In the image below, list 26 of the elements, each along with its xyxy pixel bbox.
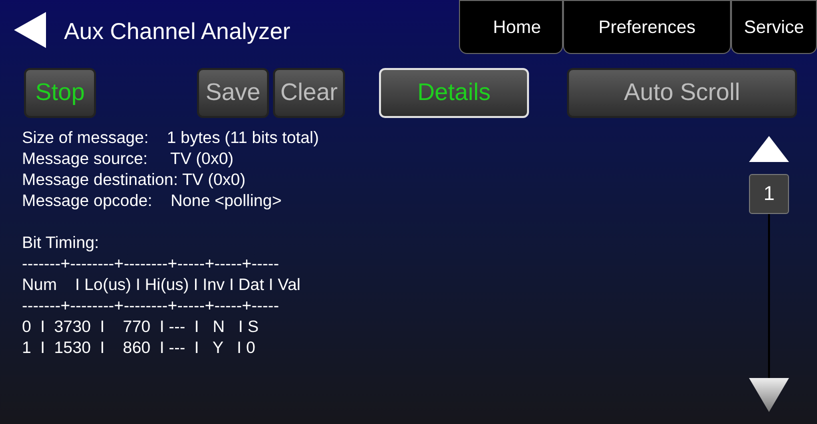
timing-line: -------+--------+--------+-----+-----+----- [22,254,280,275]
detail-line: Size of message: 1 bytes (11 bits total) [22,128,320,149]
toolbar-button[interactable]: Clear [273,68,345,118]
timing-line: 1 I 1530 I 860 I --- I Y I 0 [22,338,256,359]
timing-line: Num I Lo(us) I Hi(us) I Inv I Dat I Val [22,275,302,296]
nav-tab[interactable]: Service [731,0,817,54]
scroll-up-button[interactable] [749,136,789,162]
detail-line: Message opcode: None <polling> [22,191,283,212]
timing-line: 0 I 3730 I 770 I --- I N I S [22,317,260,338]
scroll-down-button[interactable] [749,378,789,412]
detail-line: Message destination: TV (0x0) [22,170,246,191]
nav-tab[interactable]: Home [459,0,563,54]
toolbar-button[interactable]: Stop [24,68,96,118]
detail-line: Message source: TV (0x0) [22,149,235,170]
up-triangle-icon [749,136,789,162]
down-triangle-icon [749,378,789,412]
toolbar-button[interactable]: Details [379,68,529,118]
toolbar-button[interactable]: Save [197,68,269,118]
back-button[interactable] [14,12,48,48]
nav-tab[interactable]: Preferences [563,0,731,54]
window-title: Aux Channel Analyzer [64,17,290,46]
toolbar-button[interactable]: Auto Scroll [567,68,797,118]
back-arrow-icon [14,12,48,48]
timing-line: -------+--------+--------+-----+-----+----- [22,296,280,317]
page-number: 1 [749,174,789,214]
section-title: Bit Timing: [22,233,100,254]
